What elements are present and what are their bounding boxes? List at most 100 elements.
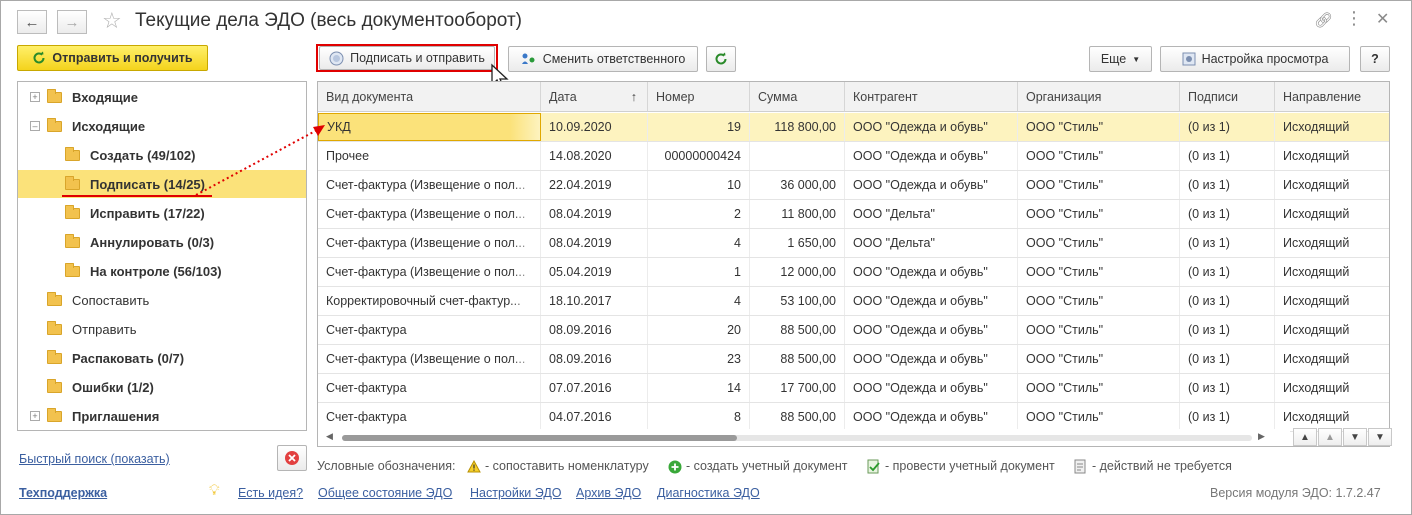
cell-doctype: Корректировочный счет-фактур... xyxy=(318,287,541,315)
scroll-right-icon[interactable]: ▶ xyxy=(1258,431,1265,442)
tree-item-incoming[interactable]: + Входящие xyxy=(18,83,306,111)
cell-doctype: Счет-фактура xyxy=(318,403,541,431)
scroll-first-button[interactable]: ▲ xyxy=(1293,428,1317,446)
expand-icon[interactable]: + xyxy=(30,92,40,102)
cell-direction: Исходящий xyxy=(1275,142,1389,170)
table-row[interactable]: Счет-фактура (Извещение о пол... 08.09.20… xyxy=(318,345,1389,374)
cell-counterparty: ООО "Дельта" xyxy=(845,229,1018,257)
tree-item-invitations[interactable]: + Приглашения xyxy=(18,402,306,430)
table-row[interactable]: Корректировочный счет-фактур... 18.10.201… xyxy=(318,287,1389,316)
tree-item-fix[interactable]: Исправить (17/22) xyxy=(18,199,306,227)
view-settings-button[interactable]: Настройка просмотра xyxy=(1160,46,1350,72)
tree-item-cancel[interactable]: Аннулировать (0/3) xyxy=(18,228,306,256)
table-row[interactable]: Счет-фактура (Извещение о пол... 08.04.20… xyxy=(318,229,1389,258)
cell-sum xyxy=(750,142,845,170)
column-header-doctype[interactable]: Вид документа xyxy=(318,82,541,112)
refresh-button[interactable] xyxy=(706,46,736,72)
column-header-sum[interactable]: Сумма xyxy=(750,82,845,112)
sign-icon xyxy=(329,51,344,65)
cell-counterparty: ООО "Одежда и обувь" xyxy=(845,142,1018,170)
edo-diagnostics-link[interactable]: Диагностика ЭДО xyxy=(657,486,760,500)
column-header-signatures[interactable]: Подписи xyxy=(1180,82,1275,112)
column-header-number[interactable]: Номер xyxy=(648,82,750,112)
table-row[interactable]: Прочее 14.08.2020 00000000424 ООО "Одежда и… xyxy=(318,142,1389,171)
quick-search-link[interactable]: Быстрый поиск (показать) xyxy=(19,452,170,466)
cell-organization: ООО "Стиль" xyxy=(1018,200,1180,228)
send-receive-button[interactable]: Отправить и получить xyxy=(17,45,208,71)
cell-signatures: (0 из 1) xyxy=(1180,142,1275,170)
more-button[interactable]: Еще ▼ xyxy=(1089,46,1152,72)
scroll-thumb[interactable] xyxy=(342,435,737,441)
folder-icon xyxy=(47,117,62,132)
change-responsible-button[interactable]: Сменить ответственного xyxy=(508,46,698,72)
clear-filter-button[interactable] xyxy=(277,445,307,471)
cell-sum: 88 500,00 xyxy=(750,316,845,344)
help-button[interactable]: ? xyxy=(1360,46,1390,72)
column-header-direction[interactable]: Направление xyxy=(1275,82,1389,112)
tree-item-send[interactable]: Отправить xyxy=(18,315,306,343)
arrow-left-icon: ← xyxy=(24,13,40,31)
horizontal-scrollbar[interactable]: ◀ ▶ xyxy=(318,429,1290,446)
idea-link[interactable]: Есть идея? xyxy=(238,486,303,500)
tree-item-control[interactable]: На контроле (56/103) xyxy=(18,257,306,285)
column-header-organization[interactable]: Организация xyxy=(1018,82,1180,112)
cell-direction: Исходящий xyxy=(1275,345,1389,373)
collapse-icon[interactable]: – xyxy=(30,121,40,131)
edo-archive-link[interactable]: Архив ЭДО xyxy=(576,486,641,500)
cell-signatures: (0 из 1) xyxy=(1180,374,1275,402)
tree-item-match[interactable]: Сопоставить xyxy=(18,286,306,314)
cell-organization: ООО "Стиль" xyxy=(1018,316,1180,344)
folder-icon xyxy=(65,146,80,161)
back-button[interactable]: ← xyxy=(17,10,47,34)
cell-number: 4 xyxy=(648,229,750,257)
folder-icon xyxy=(65,233,80,248)
clear-icon xyxy=(285,451,299,465)
cell-organization: ООО "Стиль" xyxy=(1018,229,1180,257)
link-icon[interactable]: 🔗︎ xyxy=(1314,11,1333,29)
scroll-last-button[interactable]: ▼ xyxy=(1368,428,1392,446)
tree-item-errors[interactable]: Ошибки (1/2) xyxy=(18,373,306,401)
table-row[interactable]: Счет-фактура 07.07.2016 14 17 700,00 ООО "Од… xyxy=(318,374,1389,403)
cell-organization: ООО "Стиль" xyxy=(1018,113,1180,141)
cell-organization: ООО "Стиль" xyxy=(1018,171,1180,199)
users-icon xyxy=(521,53,535,64)
cell-date: 14.08.2020 xyxy=(541,142,648,170)
cell-signatures: (0 из 1) xyxy=(1180,113,1275,141)
column-header-counterparty[interactable]: Контрагент xyxy=(845,82,1018,112)
cell-date: 22.04.2019 xyxy=(541,171,648,199)
document-done-icon xyxy=(1074,459,1086,474)
column-header-date[interactable]: Дата ↑ xyxy=(541,82,648,112)
support-link[interactable]: Техподдержка xyxy=(19,486,107,500)
table-row[interactable]: Счет-фактура 08.09.2016 20 88 500,00 ООО "Од… xyxy=(318,316,1389,345)
close-icon[interactable]: ✕ xyxy=(1376,9,1389,29)
folder-icon xyxy=(65,262,80,277)
table-row[interactable]: Счет-фактура (Извещение о пол... 05.04.20… xyxy=(318,258,1389,287)
folder-icon xyxy=(65,204,80,219)
legend-label: Условные обозначения: xyxy=(317,459,456,473)
cell-signatures: (0 из 1) xyxy=(1180,229,1275,257)
table-row[interactable]: Счет-фактура (Извещение о пол... 08.04.20… xyxy=(318,200,1389,229)
table-row[interactable]: Счет-фактура 04.07.2016 8 88 500,00 ООО "Оде… xyxy=(318,403,1389,432)
table-row[interactable]: Счет-фактура (Извещение о пол... 22.04.20… xyxy=(318,171,1389,200)
refresh-icon xyxy=(33,51,45,64)
main-window: ← → ☆ Текущие дела ЭДО (весь документооб… xyxy=(0,0,1412,515)
favorite-star-icon[interactable]: ☆ xyxy=(102,8,122,34)
expand-icon[interactable]: + xyxy=(30,411,40,421)
tree-item-unpack[interactable]: Распаковать (0/7) xyxy=(18,344,306,372)
cell-date: 08.09.2016 xyxy=(541,345,648,373)
cell-direction: Исходящий xyxy=(1275,258,1389,286)
cell-counterparty: ООО "Одежда и обувь" xyxy=(845,171,1018,199)
scroll-up-button[interactable]: ▲ xyxy=(1318,428,1342,446)
table-row[interactable]: УКД 10.09.2020 19 118 800,00 ООО "Одежда и о… xyxy=(318,113,1389,142)
cell-number: 00000000424 xyxy=(648,142,750,170)
sign-send-button[interactable]: Подписать и отправить xyxy=(319,46,495,70)
forward-button[interactable]: → xyxy=(57,10,87,34)
more-vertical-icon[interactable]: ⋮ xyxy=(1345,8,1363,29)
cell-number: 8 xyxy=(648,403,750,431)
refresh-icon xyxy=(715,52,727,65)
cell-direction: Исходящий xyxy=(1275,171,1389,199)
edo-status-link[interactable]: Общее состояние ЭДО xyxy=(318,486,452,500)
edo-settings-link[interactable]: Настройки ЭДО xyxy=(470,486,562,500)
scroll-down-button[interactable]: ▼ xyxy=(1343,428,1367,446)
scroll-left-icon[interactable]: ◀ xyxy=(326,431,333,442)
